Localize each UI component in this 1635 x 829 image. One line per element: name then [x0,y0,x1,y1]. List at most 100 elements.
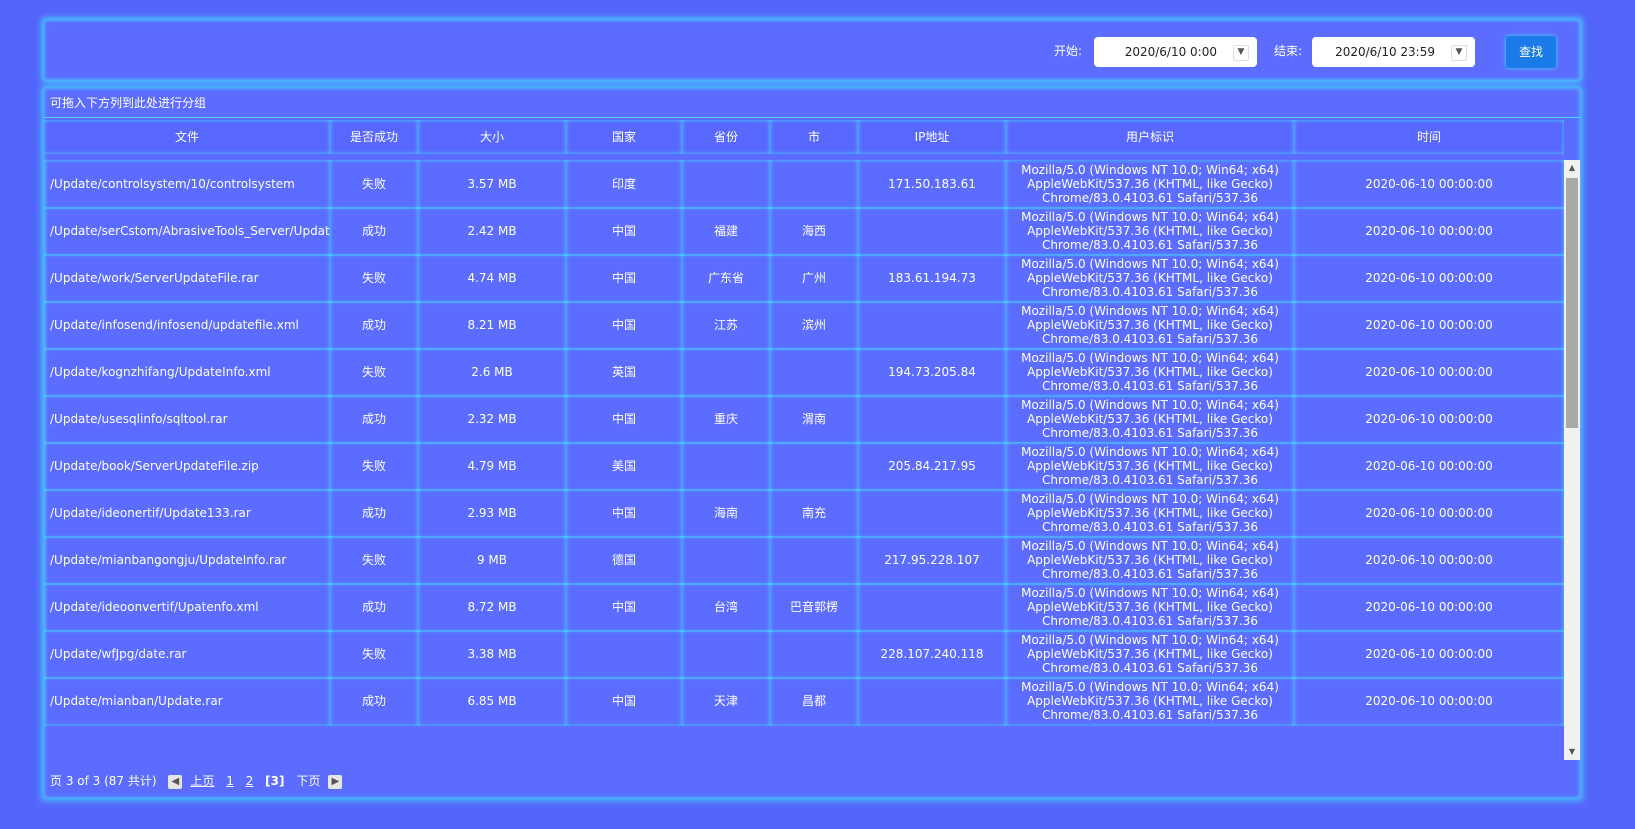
cell-ip [858,301,1006,350]
end-date-picker[interactable]: 2020/6/10 23:59 ▼ [1312,37,1475,67]
column-header-time[interactable]: 时间 [1294,120,1564,154]
column-header-size[interactable]: 大小 [418,120,566,154]
cell-time: 2020-06-10 00:00:00 [1294,254,1564,303]
cell-size: 2.6 MB [418,348,566,397]
table-row[interactable]: /Update/book/ServerUpdateFile.zip 失败 4.79 … [44,442,1564,491]
cell-ip [858,677,1006,726]
next-page-link[interactable]: 下页 [296,764,320,798]
cell-ip: 171.50.183.61 [858,160,1006,209]
cell-file: /Update/infosend/infosend/updatefile.xml [44,301,330,350]
cell-city: 巴音郭楞 [770,583,858,632]
table-row[interactable]: /Update/usesqlinfo/sqltool.rar 成功 2.32 MB 中… [44,395,1564,444]
table-row[interactable]: /Update/kognzhifang/UpdateInfo.xml 失败 2.6 … [44,348,1564,397]
cell-file: /Update/ideoonvertif/Upatenfo.xml [44,583,330,632]
chevron-left-icon[interactable]: ◀ [168,774,183,789]
search-button[interactable]: 查找 [1506,36,1556,68]
table-row[interactable]: /Update/serCstom/AbrasiveTools_Server/Up… [44,207,1564,256]
column-header-city[interactable]: 市 [770,120,858,154]
user-agent-line: Chrome/83.0.4103.61 Safari/537.36 [1042,567,1258,581]
chevron-right-icon[interactable]: ▶ [328,774,343,789]
user-agent-line: AppleWebKit/537.36 (KHTML, like Gecko) [1027,506,1273,520]
table-row[interactable]: /Update/work/ServerUpdateFile.rar 失败 4.74 … [44,254,1564,303]
user-agent-line: AppleWebKit/537.36 (KHTML, like Gecko) [1027,177,1273,191]
user-agent-line: Mozilla/5.0 (Windows NT 10.0; Win64; x64… [1021,633,1279,647]
cell-size: 2.42 MB [418,207,566,256]
page-2-link[interactable]: 2 [246,764,254,798]
user-agent-line: AppleWebKit/537.36 (KHTML, like Gecko) [1027,412,1273,426]
cell-city: 滨州 [770,301,858,350]
cell-time: 2020-06-10 00:00:00 [1294,536,1564,585]
cell-city [770,536,858,585]
table-row[interactable]: /Update/mianban/Update.rar 成功 6.85 MB 中国 天津昌… [44,677,1564,726]
cell-province [682,536,770,585]
user-agent-line: Mozilla/5.0 (Windows NT 10.0; Win64; x64… [1021,445,1279,459]
cell-city: 渭南 [770,395,858,444]
chevron-down-icon[interactable]: ▼ [1233,45,1249,61]
cell-country: 中国 [566,395,682,444]
cell-country: 中国 [566,301,682,350]
cell-user-agent: Mozilla/5.0 (Windows NT 10.0; Win64; x64… [1006,442,1294,491]
cell-success: 成功 [330,489,418,538]
column-header-user-agent[interactable]: 用户标识 [1006,120,1294,154]
scroll-down-icon[interactable]: ▼ [1564,744,1580,760]
cell-time: 2020-06-10 00:00:00 [1294,301,1564,350]
cell-user-agent: Mozilla/5.0 (Windows NT 10.0; Win64; x64… [1006,160,1294,209]
column-header-province[interactable]: 省份 [682,120,770,154]
cell-city [770,348,858,397]
scroll-thumb[interactable] [1566,178,1578,428]
table-row[interactable]: /Update/wfJpg/date.rar 失败 3.38 MB 228.107.2… [44,630,1564,679]
user-agent-line: Chrome/83.0.4103.61 Safari/537.36 [1042,332,1258,346]
cell-time: 2020-06-10 00:00:00 [1294,207,1564,256]
cell-file: /Update/controlsystem/10/controlsystem [44,160,330,209]
user-agent-line: Chrome/83.0.4103.61 Safari/537.36 [1042,238,1258,252]
cell-country: 中国 [566,207,682,256]
user-agent-line: AppleWebKit/537.36 (KHTML, like Gecko) [1027,224,1273,238]
cell-success: 成功 [330,395,418,444]
chevron-down-icon[interactable]: ▼ [1451,45,1467,61]
table-row[interactable]: /Update/mianbangongju/UpdateInfo.rar 失败 9 … [44,536,1564,585]
cell-user-agent: Mozilla/5.0 (Windows NT 10.0; Win64; x64… [1006,583,1294,632]
table-row[interactable]: /Update/controlsystem/10/controlsystem 失败… [44,160,1564,209]
cell-success: 失败 [330,254,418,303]
cell-user-agent: Mozilla/5.0 (Windows NT 10.0; Win64; x64… [1006,395,1294,444]
user-agent-line: AppleWebKit/537.36 (KHTML, like Gecko) [1027,459,1273,473]
cell-ip [858,583,1006,632]
cell-time: 2020-06-10 00:00:00 [1294,630,1564,679]
table-row[interactable]: /Update/ideoonvertif/Upatenfo.xml 成功 8.72 … [44,583,1564,632]
cell-province: 海南 [682,489,770,538]
cell-file: /Update/usesqlinfo/sqltool.rar [44,395,330,444]
cell-time: 2020-06-10 00:00:00 [1294,442,1564,491]
column-header-ip[interactable]: IP地址 [858,120,1006,154]
column-header-success[interactable]: 是否成功 [330,120,418,154]
column-header-file[interactable]: 文件 [44,120,330,154]
pager-summary: 页 3 of 3 (87 共计) [50,774,157,788]
table-row[interactable]: /Update/infosend/infosend/updatefile.xml… [44,301,1564,350]
start-date-picker[interactable]: 2020/6/10 0:00 ▼ [1094,37,1257,67]
cell-country: 英国 [566,348,682,397]
cell-ip: 228.107.240.118 [858,630,1006,679]
cell-file: /Update/serCstom/AbrasiveTools_Server/Up… [44,207,330,256]
user-agent-line: AppleWebKit/537.36 (KHTML, like Gecko) [1027,365,1273,379]
cell-file: /Update/ideonertif/Update133.rar [44,489,330,538]
page-1-link[interactable]: 1 [226,764,234,798]
cell-ip: 194.73.205.84 [858,348,1006,397]
cell-success: 失败 [330,442,418,491]
user-agent-line: Chrome/83.0.4103.61 Safari/537.36 [1042,191,1258,205]
cell-ip: 217.95.228.107 [858,536,1006,585]
cell-file: /Update/mianban/Update.rar [44,677,330,726]
vertical-scrollbar[interactable]: ▲ ▼ [1564,160,1580,760]
toolbar: 开始: 2020/6/10 0:00 ▼ 结束: 2020/6/10 23:59… [44,20,1580,80]
cell-success: 成功 [330,207,418,256]
scroll-up-icon[interactable]: ▲ [1564,160,1580,176]
user-agent-line: Mozilla/5.0 (Windows NT 10.0; Win64; x64… [1021,257,1279,271]
user-agent-line: Mozilla/5.0 (Windows NT 10.0; Win64; x64… [1021,351,1279,365]
cell-province [682,630,770,679]
cell-file: /Update/book/ServerUpdateFile.zip [44,442,330,491]
column-header-country[interactable]: 国家 [566,120,682,154]
prev-page-link[interactable]: 上页 [190,764,214,798]
cell-country: 中国 [566,489,682,538]
cell-ip: 205.84.217.95 [858,442,1006,491]
cell-city [770,160,858,209]
group-panel[interactable]: 可拖入下方列到此处进行分组 [44,88,1580,118]
table-row[interactable]: /Update/ideonertif/Update133.rar 成功 2.93 M… [44,489,1564,538]
